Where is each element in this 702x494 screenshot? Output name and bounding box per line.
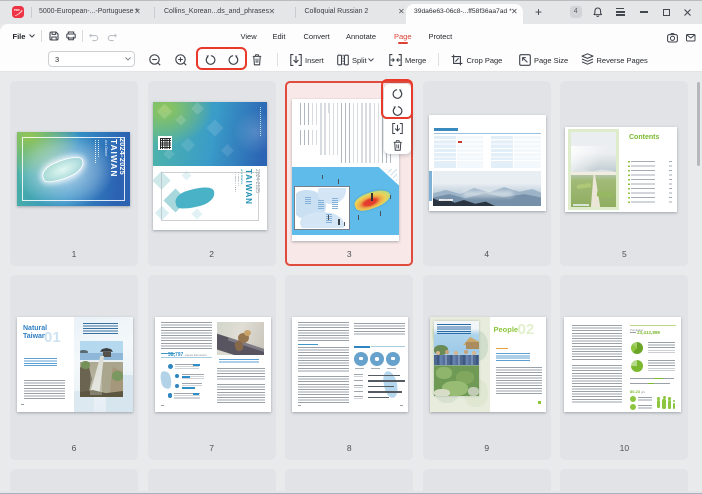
svg-text:PDF: PDF: [14, 7, 20, 11]
